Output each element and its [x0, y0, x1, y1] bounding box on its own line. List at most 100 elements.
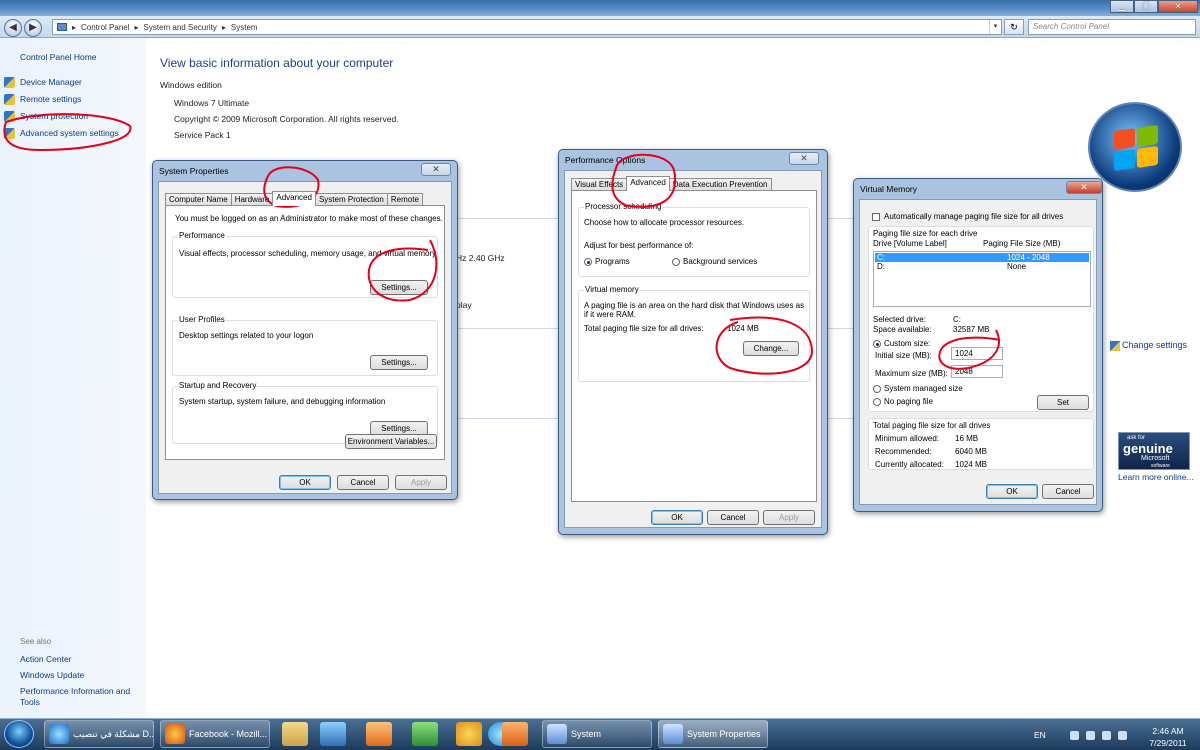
- scheduling-desc: Choose how to allocate processor resourc…: [584, 218, 745, 227]
- media-player-icon[interactable]: [366, 722, 392, 746]
- close-button[interactable]: ✕: [789, 152, 819, 165]
- system-managed-radio[interactable]: [873, 385, 881, 393]
- service-pack-text: Service Pack 1: [174, 130, 231, 140]
- selected-drive-value: C:: [953, 315, 961, 324]
- action-center-flag-icon[interactable]: [1086, 731, 1095, 740]
- change-settings-link[interactable]: Change settings: [1110, 340, 1187, 351]
- copyright-text: Copyright © 2009 Microsoft Corporation. …: [174, 114, 399, 124]
- messenger-icon[interactable]: [412, 722, 438, 746]
- system-managed-label: System managed size: [884, 384, 963, 393]
- clock-date[interactable]: 7/29/2011: [1140, 738, 1196, 748]
- taskbar-system-window[interactable]: System: [542, 720, 652, 748]
- windows-edition-value: Windows 7 Ultimate: [174, 98, 250, 108]
- see-also-heading: See also: [20, 637, 52, 646]
- performance-information-link[interactable]: Performance Information and: [20, 686, 130, 696]
- auto-manage-checkbox[interactable]: [872, 213, 880, 221]
- close-button[interactable]: ✕: [1158, 0, 1198, 13]
- forward-button[interactable]: ▶: [24, 19, 42, 37]
- performance-tools-link[interactable]: Tools: [20, 697, 40, 707]
- no-paging-file-radio[interactable]: [873, 398, 881, 406]
- taskbar-system-properties-window[interactable]: System Properties: [658, 720, 768, 748]
- ok-button[interactable]: OK: [986, 484, 1038, 499]
- dialog-body: Visual Effects Advanced Data Execution P…: [564, 170, 822, 528]
- size-column-header: Paging File Size (MB): [983, 239, 1061, 248]
- address-bar[interactable]: ▸ Control Panel ▸ System and Security ▸ …: [52, 19, 1002, 35]
- apply-button[interactable]: Apply: [763, 510, 815, 525]
- background-services-radio[interactable]: [672, 258, 680, 266]
- system-protection-link[interactable]: System protection: [20, 111, 88, 121]
- environment-variables-button[interactable]: Environment Variables...: [345, 434, 437, 449]
- maximum-size-input[interactable]: 2048: [951, 365, 1003, 378]
- advanced-system-settings-link[interactable]: Advanced system settings: [20, 128, 119, 138]
- control-panel-home-link[interactable]: Control Panel Home: [20, 52, 97, 62]
- tab-strip: Computer Name Hardware Advanced System P…: [165, 191, 423, 206]
- close-button[interactable]: ✕: [1066, 181, 1102, 194]
- performance-label: Performance: [178, 231, 226, 240]
- custom-size-label: Custom size:: [884, 339, 931, 348]
- performance-options-dialog: Performance Options ✕ Visual Effects Adv…: [558, 149, 828, 535]
- taskbar-button-label: مشكلة في تنصيب D...: [73, 728, 154, 739]
- refresh-button[interactable]: ↻: [1004, 19, 1024, 35]
- genuine-microsoft-badge[interactable]: ask for genuine Microsoft software: [1118, 432, 1190, 470]
- drive-list[interactable]: C: 1024 - 2048 D: None: [873, 251, 1091, 307]
- performance-desc: Visual effects, processor scheduling, me…: [179, 249, 437, 258]
- cancel-button[interactable]: Cancel: [337, 475, 389, 490]
- breadcrumb-system-security[interactable]: System and Security: [144, 23, 217, 32]
- windows-update-link[interactable]: Windows Update: [20, 670, 84, 680]
- tray-arrow-icon[interactable]: [1070, 731, 1079, 740]
- cancel-button[interactable]: Cancel: [707, 510, 759, 525]
- initial-size-input[interactable]: 1024: [951, 347, 1003, 360]
- drive-row-d[interactable]: D: None: [875, 262, 1089, 271]
- cancel-button[interactable]: Cancel: [1042, 484, 1094, 499]
- clock-time[interactable]: 2:46 AM: [1146, 726, 1190, 736]
- apply-button[interactable]: Apply: [395, 475, 447, 490]
- remote-settings-link[interactable]: Remote settings: [20, 94, 81, 104]
- start-button[interactable]: [4, 720, 34, 748]
- breadcrumb-control-panel[interactable]: Control Panel: [81, 23, 129, 32]
- firefox-icon: [165, 724, 185, 744]
- recommended-label: Recommended:: [875, 447, 932, 456]
- vm-desc-2: if it were RAM.: [584, 310, 637, 319]
- windows-media-center-icon[interactable]: [320, 722, 346, 746]
- shield-icon: [4, 128, 15, 139]
- drive-row-c[interactable]: C: 1024 - 2048: [875, 253, 1089, 262]
- volume-icon[interactable]: [1118, 731, 1127, 740]
- breadcrumb-system[interactable]: System: [231, 23, 258, 32]
- search-input[interactable]: Search Control Panel: [1028, 19, 1196, 35]
- programs-radio[interactable]: [584, 258, 592, 266]
- explorer-folder-icon[interactable]: [282, 722, 308, 746]
- device-manager-link[interactable]: Device Manager: [20, 77, 82, 87]
- minimize-button[interactable]: ▁: [1110, 0, 1134, 13]
- window-titlebar: [0, 0, 1200, 16]
- taskbar-firefox-window[interactable]: Facebook - Mozill...: [160, 720, 270, 748]
- network-icon[interactable]: [1102, 731, 1111, 740]
- taskbar-ie-window[interactable]: مشكلة في تنصيب D...: [44, 720, 154, 748]
- taskbar-button-label: Facebook - Mozill...: [189, 729, 268, 739]
- action-center-link[interactable]: Action Center: [20, 654, 72, 664]
- taskbar-app-icon[interactable]: [502, 722, 528, 746]
- shield-icon: [4, 111, 15, 122]
- learn-more-link[interactable]: Learn more online...: [1118, 472, 1194, 482]
- each-drive-group: Paging file size for each drive Drive [V…: [868, 226, 1094, 412]
- performance-settings-button[interactable]: Settings...: [370, 280, 428, 295]
- maximize-button[interactable]: ❐: [1134, 0, 1158, 13]
- genuine-line3: Microsoft: [1141, 455, 1170, 462]
- close-button[interactable]: ✕: [421, 163, 451, 176]
- left-pane: [0, 38, 146, 718]
- chrome-icon[interactable]: [456, 722, 482, 746]
- custom-size-radio[interactable]: [873, 340, 881, 348]
- user-profiles-settings-button[interactable]: Settings...: [370, 355, 428, 370]
- back-button[interactable]: ◀: [4, 19, 22, 37]
- taskbar-button-label: System: [571, 729, 602, 739]
- address-dropdown-icon[interactable]: ▾: [989, 20, 1001, 34]
- tab-advanced[interactable]: Advanced: [626, 176, 670, 191]
- language-indicator[interactable]: EN: [1034, 730, 1046, 740]
- change-virtual-memory-button[interactable]: Change...: [743, 341, 799, 356]
- tab-advanced[interactable]: Advanced: [272, 191, 316, 206]
- ok-button[interactable]: OK: [279, 475, 331, 490]
- vm-total-label: Total paging file size for all drives:: [584, 324, 704, 333]
- set-button[interactable]: Set: [1037, 395, 1089, 410]
- system-tray: EN 2:46 AM 7/29/2011: [1028, 718, 1200, 750]
- user-profiles-label: User Profiles: [178, 315, 226, 324]
- ok-button[interactable]: OK: [651, 510, 703, 525]
